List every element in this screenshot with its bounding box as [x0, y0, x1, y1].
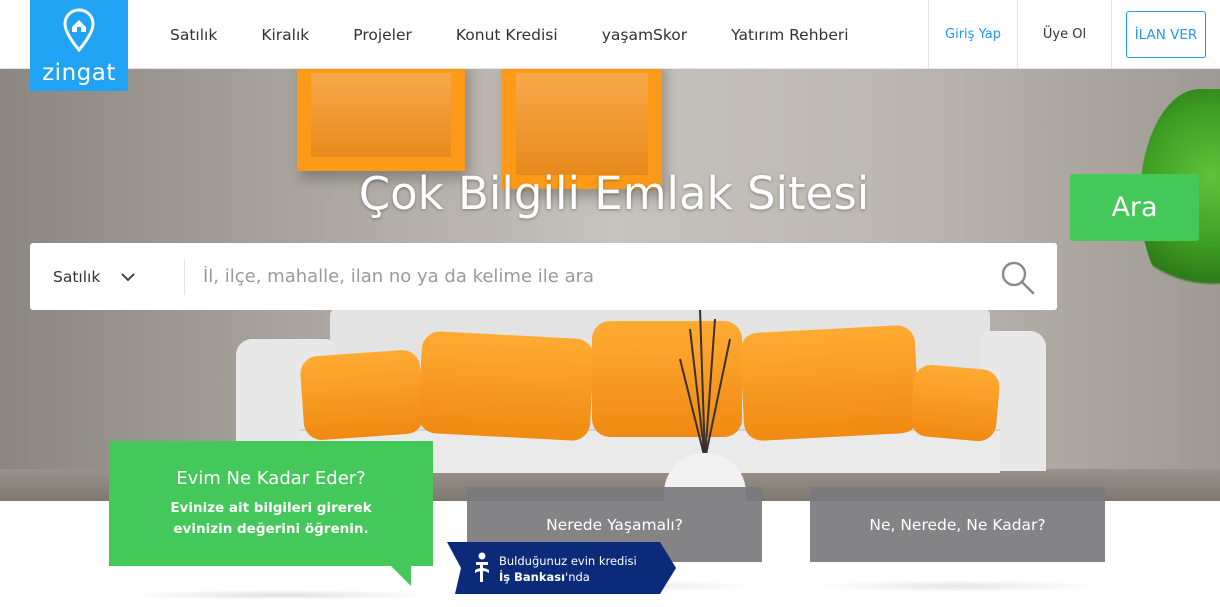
pillow [299, 348, 425, 442]
what-where-how-much-card[interactable]: Ne, Nerede, Ne Kadar? [810, 487, 1105, 562]
search-button[interactable]: Ara [1070, 174, 1199, 241]
home-value-card[interactable]: Evim Ne Kadar Eder? Evinize ait bilgiler… [109, 441, 433, 566]
pillow [739, 324, 920, 442]
zingat-logo[interactable]: zingat [30, 0, 128, 91]
logo-text: zingat [42, 60, 116, 86]
pillow [417, 330, 595, 442]
nav-item-projeler[interactable]: Projeler [353, 26, 412, 44]
orange-shelf-left [297, 69, 465, 171]
isbank-banner-text: Bulduğunuz evin kredisi İş Bankası'nda [499, 553, 637, 585]
listing-type-select[interactable]: Satılık [30, 243, 185, 310]
hero-section: Çok Bilgili Emlak Sitesi Satılık [0, 69, 1220, 501]
isbank-loan-banner[interactable]: Bulduğunuz evin kredisi İş Bankası'nda [447, 542, 676, 594]
site-header: zingat Satılık Kiralık Projeler Konut Kr… [0, 0, 1220, 91]
nav-item-yasamskor[interactable]: yaşamSkor [602, 26, 687, 44]
location-pin-logo-icon [63, 8, 95, 53]
home-value-description: Evinize ait bilgileri girerek evinizin d… [170, 500, 372, 537]
search-input[interactable] [203, 243, 993, 310]
post-ad-button[interactable]: İLAN VER [1126, 11, 1206, 58]
banner-suffix: 'nda [565, 570, 590, 584]
signup-link[interactable]: Üye Ol [1017, 0, 1111, 69]
listing-type-value: Satılık [53, 267, 101, 286]
nav-item-yatirim-rehberi[interactable]: Yatırım Rehberi [731, 26, 848, 44]
login-link[interactable]: Giriş Yap [928, 0, 1017, 69]
pillow [909, 363, 1001, 443]
main-nav: Satılık Kiralık Projeler Konut Kredisi y… [170, 0, 893, 69]
home-value-title: Evim Ne Kadar Eder? [176, 468, 366, 489]
isbank-logo-icon [475, 552, 489, 582]
card-shadow [120, 590, 440, 600]
nav-item-konut-kredisi[interactable]: Konut Kredisi [456, 26, 558, 44]
banner-bank-name: İş Bankası [499, 570, 566, 584]
search-bar: Satılık [30, 243, 1057, 310]
banner-line1: Bulduğunuz evin kredisi [499, 554, 637, 568]
hero-title: Çok Bilgili Emlak Sitesi [358, 167, 870, 220]
nav-item-kiralik[interactable]: Kiralık [261, 26, 309, 44]
chevron-down-icon [121, 273, 135, 282]
card-shadow [810, 580, 1105, 592]
search-icon[interactable] [1000, 260, 1036, 296]
post-ad-wrapper: İLAN VER [1111, 0, 1220, 69]
nav-item-satilik[interactable]: Satılık [170, 26, 217, 44]
vase-sticks [679, 309, 731, 459]
